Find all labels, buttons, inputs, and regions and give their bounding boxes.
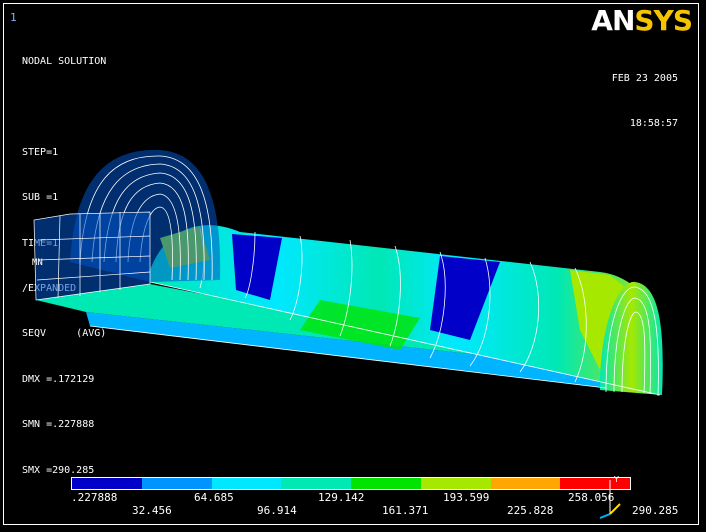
legend-swatch — [351, 478, 421, 489]
legend-label: 129.142 — [318, 491, 365, 504]
triad-label: Y — [613, 475, 619, 484]
nodal-solution-model: MN — [32, 149, 663, 397]
legend-swatch — [72, 478, 142, 489]
legend-swatch — [141, 478, 212, 489]
legend-label: 193.599 — [443, 491, 490, 504]
coordinate-triad-icon: Y — [599, 475, 621, 519]
legend-label: .227888 — [71, 491, 118, 504]
legend-label: 161.371 — [382, 504, 429, 517]
legend-swatch — [211, 478, 282, 489]
legend-swatch — [420, 478, 491, 489]
ansys-graphics-window: 1 NODAL SOLUTION STEP=1 SUB =1 TIME=1 /E… — [0, 0, 706, 532]
legend-label: 96.914 — [257, 504, 297, 517]
legend-swatch — [490, 478, 561, 489]
legend-label: 32.456 — [132, 504, 172, 517]
node-label: MN — [32, 258, 43, 268]
legend-label: 64.685 — [194, 491, 234, 504]
legend-label: 225.828 — [507, 504, 554, 517]
legend-swatch — [281, 478, 351, 489]
contour-legend-bar — [71, 477, 631, 490]
legend-label: 290.285 — [632, 504, 679, 517]
